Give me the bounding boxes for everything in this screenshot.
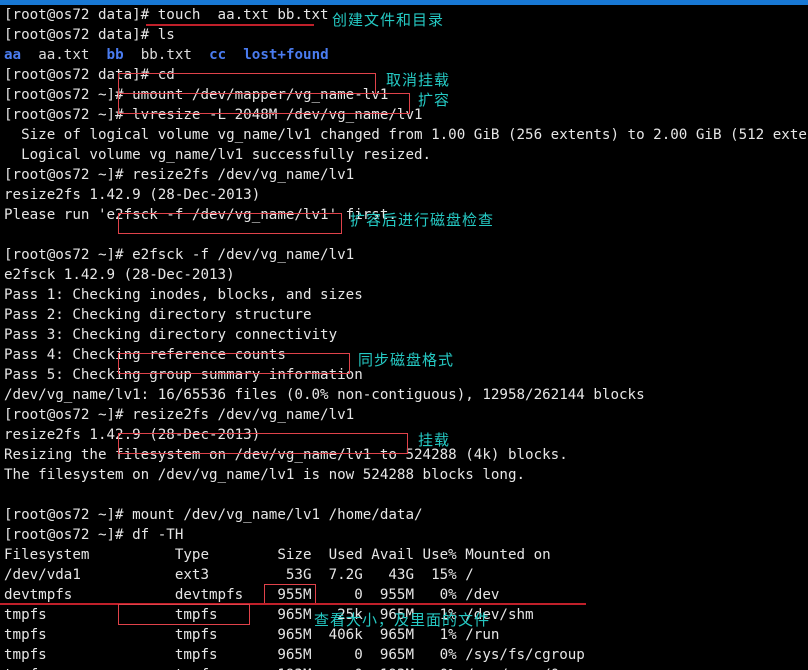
prompt: [root@os72 ~]#	[4, 167, 133, 183]
e2fsck-pass-1: Pass 1: Checking inodes, blocks, and siz…	[4, 287, 363, 303]
e2fsck-pass-3: Pass 3: Checking directory connectivity	[4, 327, 338, 343]
resize2fs-now-blocks-message: The filesystem on /dev/vg_name/lv1 is no…	[4, 467, 526, 483]
command-resize2fs-1: resize2fs /dev/vg_name/lv1	[132, 167, 355, 183]
prompt: [root@os72 ~]#	[4, 507, 133, 523]
annotation-mount: 挂载	[418, 431, 451, 449]
prompt: [root@os72 ~]#	[4, 407, 133, 423]
ls-entry-dir-lostfound: lost+found	[243, 47, 329, 63]
annotation-expand: 扩容	[418, 91, 451, 109]
command-mount: mount /dev/vg_name/lv1 /home/data/	[132, 507, 423, 523]
df-table-row: tmpfs tmpfs 193M 0 193M 0% /run/user/0	[4, 665, 559, 670]
df-table-row: devtmpfs devtmpfs 955M 0 955M 0% /dev	[4, 587, 500, 603]
e2fsck-version: e2fsck 1.42.9 (28-Dec-2013)	[4, 267, 235, 283]
ls-entry-dir-aa: aa	[4, 47, 22, 63]
command-df: df -TH	[132, 527, 184, 543]
terminal-output-area[interactable]: [root@os72 data]# touch aa.txt bb.txt [r…	[0, 5, 808, 670]
ls-gap	[192, 47, 209, 63]
prompt: [root@os72 ~]#	[4, 247, 133, 263]
annotation-disk-check: 扩容后进行磁盘检查	[350, 211, 495, 229]
resize2fs-resizing-message: Resizing the filesystem on /dev/vg_name/…	[4, 447, 568, 463]
prompt: [root@os72 data]#	[4, 67, 158, 83]
e2fsck-summary: /dev/vg_name/lv1: 16/65536 files (0.0% n…	[4, 387, 645, 403]
ls-entry-file-aatxt: aa.txt	[38, 47, 90, 63]
df-table-header: Filesystem Type Size Used Avail Use% Mou…	[4, 547, 551, 563]
terminal-line-resize2fs-2: [root@os72 ~]# resize2fs /dev/vg_name/lv…	[4, 405, 354, 425]
prompt: [root@os72 ~]#	[4, 107, 133, 123]
e2fsck-pass-2: Pass 2: Checking directory structure	[4, 307, 312, 323]
terminal-line-umount: [root@os72 ~]# umount /dev/mapper/vg_nam…	[4, 85, 388, 105]
annotation-create-files: 创建文件和目录	[332, 11, 445, 29]
ls-gap	[124, 47, 141, 63]
command-touch: touch aa.txt bb.txt	[157, 7, 329, 23]
command-umount: umount /dev/mapper/vg_name-lv1	[132, 87, 389, 103]
terminal-line-resize2fs-1: [root@os72 ~]# resize2fs /dev/vg_name/lv…	[4, 165, 354, 185]
ls-gap	[226, 47, 243, 63]
command-lvresize: lvresize -L 2048M /dev/vg_name/lv1	[132, 107, 423, 123]
annotation-view-size-and-files: 查看大小，及里面的文件	[314, 611, 491, 629]
terminal-line-df: [root@os72 ~]# df -TH	[4, 525, 183, 545]
terminal-line-cd: [root@os72 data]# cd	[4, 65, 175, 85]
resize2fs-version-2: resize2fs 1.42.9 (28-Dec-2013)	[4, 427, 261, 443]
lvresize-output-size-changed: Size of logical volume vg_name/lv1 chang…	[4, 127, 808, 143]
annotation-sync-disk-format: 同步磁盘格式	[358, 351, 455, 369]
command-resize2fs-2: resize2fs /dev/vg_name/lv1	[132, 407, 355, 423]
lvresize-output-success: Logical volume vg_name/lv1 successfully …	[4, 147, 432, 163]
terminal-line-ls: [root@os72 data]# ls	[4, 25, 175, 45]
prompt: [root@os72 data]#	[4, 27, 158, 43]
resize2fs-version-1: resize2fs 1.42.9 (28-Dec-2013)	[4, 187, 261, 203]
ls-output-row-1: aa aa.txt bb bb.txt cc lost+found	[4, 45, 329, 65]
ls-entry-dir-cc: cc	[209, 47, 227, 63]
df-table-row: tmpfs tmpfs 965M 0 965M 0% /sys/fs/cgrou…	[4, 647, 585, 663]
command-e2fsck: e2fsck -f /dev/vg_name/lv1	[132, 247, 355, 263]
ls-entry-file-bbtxt: bb.txt	[140, 47, 192, 63]
terminal-line-e2fsck: [root@os72 ~]# e2fsck -f /dev/vg_name/lv…	[4, 245, 354, 265]
annotation-unmount: 取消挂载	[386, 71, 451, 89]
e2fsck-pass-5: Pass 5: Checking group summary informati…	[4, 367, 363, 383]
df-table-row: /dev/vda1 ext3 53G 7.2G 43G 15% /	[4, 567, 474, 583]
command-cd: cd	[157, 67, 175, 83]
ls-entry-dir-bb: bb	[106, 47, 124, 63]
terminal-line-mount: [root@os72 ~]# mount /dev/vg_name/lv1 /h…	[4, 505, 423, 525]
prompt: [root@os72 ~]#	[4, 87, 133, 103]
command-ls: ls	[157, 27, 175, 43]
prompt: [root@os72 ~]#	[4, 527, 133, 543]
ls-gap	[21, 47, 38, 63]
resize2fs-error-message: Please run 'e2fsck -f /dev/vg_name/lv1' …	[4, 207, 397, 223]
prompt: [root@os72 data]#	[4, 7, 158, 23]
e2fsck-pass-4: Pass 4: Checking reference counts	[4, 347, 286, 363]
ls-gap	[89, 47, 106, 63]
terminal-line-lvresize: [root@os72 ~]# lvresize -L 2048M /dev/vg…	[4, 105, 423, 125]
terminal-window: [root@os72 data]# touch aa.txt bb.txt [r…	[0, 0, 808, 670]
terminal-line-touch: [root@os72 data]# touch aa.txt bb.txt	[4, 5, 329, 25]
